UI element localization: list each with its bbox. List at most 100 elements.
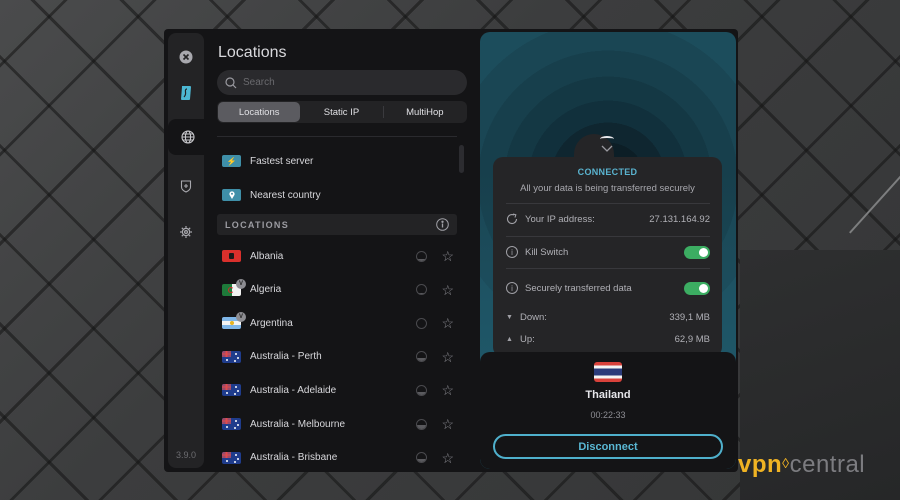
fastest-server-item[interactable]: ⚡ Fastest server xyxy=(222,151,313,171)
server-load-icon xyxy=(416,384,428,396)
page-title: Locations xyxy=(218,44,287,61)
info-icon[interactable] xyxy=(436,218,449,231)
locations-panel: Locations Locations Static IP MultiHop ⚡… xyxy=(212,29,474,472)
globe-icon xyxy=(181,130,195,144)
down-label: Down: xyxy=(520,311,547,323)
favorite-star-icon[interactable]: ☆ xyxy=(441,283,454,297)
australia-flag-icon xyxy=(222,418,241,430)
watermark-logo: vpn◊central xyxy=(738,451,865,479)
location-row[interactable]: Australia - Adelaide ☆ xyxy=(222,379,462,401)
up-label: Up: xyxy=(520,333,535,345)
connected-location-card: Thailand 00:22:33 Disconnect xyxy=(480,352,736,469)
search-box[interactable] xyxy=(217,70,467,95)
thailand-flag-icon xyxy=(594,362,622,382)
sidebar-rail: 3.9.0 xyxy=(168,33,208,468)
connection-arc-icon xyxy=(600,136,614,142)
location-name: Australia - Adelaide xyxy=(250,384,337,396)
virtual-location-badge: V xyxy=(236,312,246,323)
search-icon xyxy=(225,76,237,88)
location-row[interactable]: Australia - Melbourne ☆ xyxy=(222,413,462,435)
locations-section-header: LOCATIONS xyxy=(217,214,457,235)
australia-flag-icon xyxy=(222,350,241,363)
up-value: 62,9 MB xyxy=(674,333,710,345)
section-title: LOCATIONS xyxy=(225,219,290,230)
location-type-tabs: Locations Static IP MultiHop xyxy=(217,101,467,123)
down-arrow-icon: ▼ xyxy=(506,313,513,321)
location-row[interactable]: Australia - Perth ☆ xyxy=(222,346,462,368)
upload-row: ▲ Up: 62,9 MB xyxy=(506,329,710,349)
tab-multihop[interactable]: MultiHop xyxy=(384,102,466,122)
scrollbar[interactable] xyxy=(459,145,464,173)
divider xyxy=(506,203,710,204)
chevron-down-icon[interactable] xyxy=(601,144,613,155)
virtual-location-badge: V xyxy=(236,278,246,289)
status-subtitle: All your data is being transferred secur… xyxy=(520,183,695,194)
location-name: Australia - Perth xyxy=(250,351,322,363)
argentina-flag-icon: V xyxy=(222,312,246,330)
location-row[interactable]: V Algeria ☆ xyxy=(222,278,462,301)
nearest-country-item[interactable]: Nearest country xyxy=(222,185,321,205)
server-load-icon xyxy=(416,284,428,296)
divider xyxy=(506,236,710,237)
download-row: ▼ Down: 339,1 MB xyxy=(506,307,710,327)
lightning-icon: ⚡ xyxy=(222,155,241,167)
shield-plus-icon xyxy=(180,180,192,193)
ip-value: 27.131.164.92 xyxy=(649,213,710,225)
sidebar-item-protection[interactable] xyxy=(168,168,204,204)
location-name: Argentina xyxy=(250,317,293,329)
favorite-star-icon[interactable]: ☆ xyxy=(441,451,454,465)
close-icon xyxy=(179,50,193,64)
server-load-icon xyxy=(416,317,428,329)
sidebar-item-settings[interactable] xyxy=(168,214,204,250)
surfshark-logo-icon xyxy=(181,86,191,100)
watermark-central: central xyxy=(789,451,866,478)
australia-flag-icon xyxy=(222,451,241,464)
connection-status-panel: CONNECTED All your data is being transfe… xyxy=(480,32,736,469)
divider xyxy=(217,136,457,137)
divider xyxy=(506,268,710,269)
location-row[interactable]: Australia - Brisbane ☆ xyxy=(222,447,462,469)
favorite-star-icon[interactable]: ☆ xyxy=(441,316,454,330)
info-icon[interactable]: i xyxy=(506,282,518,294)
server-load-icon xyxy=(416,418,428,430)
favorite-star-icon[interactable]: ☆ xyxy=(441,350,454,364)
gear-icon xyxy=(180,226,192,238)
close-button[interactable] xyxy=(168,39,204,75)
connection-timer: 00:22:33 xyxy=(590,410,626,420)
server-load-icon xyxy=(416,452,428,464)
location-name: Albania xyxy=(250,250,284,262)
connection-details-card: CONNECTED All your data is being transfe… xyxy=(493,157,722,357)
watermark-vpn: vpn xyxy=(738,451,783,478)
secure-data-row: i Securely transferred data xyxy=(506,278,710,298)
info-icon[interactable]: i xyxy=(506,246,518,258)
tab-locations[interactable]: Locations xyxy=(218,102,301,122)
app-version: 3.9.0 xyxy=(175,450,197,460)
favorite-star-icon[interactable]: ☆ xyxy=(441,249,454,263)
tab-static-ip[interactable]: Static IP xyxy=(300,102,382,122)
connection-status: CONNECTED xyxy=(577,167,638,177)
ip-address-row: Your IP address: 27.131.164.92 xyxy=(506,209,710,229)
favorite-star-icon[interactable]: ☆ xyxy=(441,383,454,397)
nearest-country-label: Nearest country xyxy=(250,189,321,201)
connected-country: Thailand xyxy=(585,389,631,401)
refresh-icon[interactable] xyxy=(506,213,518,225)
down-value: 339,1 MB xyxy=(669,311,710,323)
search-input[interactable] xyxy=(243,77,443,88)
location-row[interactable]: Albania ☆ xyxy=(222,245,462,267)
brand-logo xyxy=(168,75,204,111)
location-name: Australia - Brisbane xyxy=(250,452,338,464)
disconnect-button[interactable]: Disconnect xyxy=(493,434,723,459)
ip-label: Your IP address: xyxy=(525,213,595,225)
secure-data-toggle[interactable] xyxy=(684,281,710,295)
kill-switch-toggle[interactable] xyxy=(684,245,710,259)
vpn-app-window: 3.9.0 Locations Locations Static IP Mult… xyxy=(164,29,738,472)
watermark-shield-icon: ◊ xyxy=(782,455,790,471)
server-load-icon xyxy=(416,250,428,262)
australia-flag-icon xyxy=(222,384,241,397)
algeria-flag-icon: V xyxy=(222,278,246,296)
sidebar-item-locations[interactable] xyxy=(168,119,208,155)
albania-flag-icon xyxy=(222,250,241,262)
favorite-star-icon[interactable]: ☆ xyxy=(441,417,454,431)
location-row[interactable]: V Argentina ☆ xyxy=(222,312,462,334)
location-pin-icon xyxy=(222,189,241,201)
